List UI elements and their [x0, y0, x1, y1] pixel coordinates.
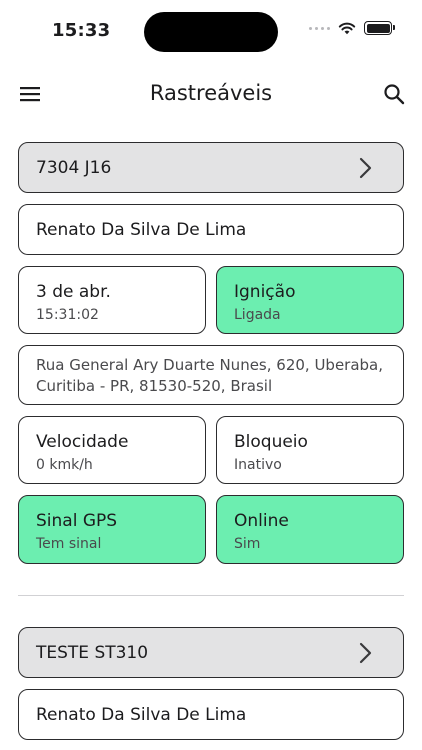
block-value: Inativo: [234, 457, 282, 473]
status-icons: [309, 21, 395, 35]
dynamic-island: [144, 12, 278, 52]
block-label: Bloqueio: [234, 432, 308, 452]
chevron-right-icon: [359, 157, 372, 179]
last-update-time: 15:31:02: [36, 307, 99, 323]
trackable-header[interactable]: 7304 J16: [18, 142, 404, 193]
wifi-icon: [338, 22, 356, 35]
ignition-card: Ignição Ligada: [216, 266, 404, 334]
online-card: Online Sim: [216, 495, 404, 564]
app-bar: Rastreáveis: [0, 70, 422, 118]
search-icon: [384, 84, 405, 105]
speed-value: 0 kmk/h: [36, 457, 93, 473]
cellular-signal-icon: [309, 26, 330, 30]
owner-card: Renato Da Silva De Lima: [18, 689, 404, 740]
screen: 15:33 Rastreáveis 7304 J16 Renato Da Sil…: [0, 0, 422, 750]
block-card: Bloqueio Inativo: [216, 416, 404, 484]
online-label: Online: [234, 511, 289, 531]
gps-signal-card: Sinal GPS Tem sinal: [18, 495, 206, 564]
chevron-right-icon: [359, 642, 372, 664]
gps-signal-label: Sinal GPS: [36, 511, 118, 531]
search-button[interactable]: [378, 78, 410, 110]
trackable-name: TESTE ST310: [36, 643, 149, 663]
owner-name: Renato Da Silva De Lima: [36, 705, 247, 725]
address-text: Rua General Ary Duarte Nunes, 620, Ubera…: [36, 356, 384, 395]
owner-card: Renato Da Silva De Lima: [18, 204, 404, 255]
ignition-value: Ligada: [234, 307, 281, 323]
last-update-date: 3 de abr.: [36, 282, 111, 302]
last-update-card: 3 de abr. 15:31:02: [18, 266, 206, 334]
speed-card: Velocidade 0 kmk/h: [18, 416, 206, 484]
trackable-name: 7304 J16: [36, 158, 112, 178]
trackable-header[interactable]: TESTE ST310: [18, 627, 404, 678]
gps-signal-value: Tem sinal: [36, 536, 102, 552]
online-value: Sim: [234, 536, 261, 552]
owner-name: Renato Da Silva De Lima: [36, 220, 247, 240]
speed-label: Velocidade: [36, 432, 129, 452]
address-card: Rua General Ary Duarte Nunes, 620, Ubera…: [18, 345, 404, 405]
status-time: 15:33: [52, 20, 111, 41]
status-bar: 15:33: [0, 0, 422, 62]
divider: [18, 595, 404, 596]
page-title: Rastreáveis: [149, 81, 273, 105]
ignition-label: Ignição: [234, 282, 296, 302]
battery-icon: [364, 21, 395, 35]
